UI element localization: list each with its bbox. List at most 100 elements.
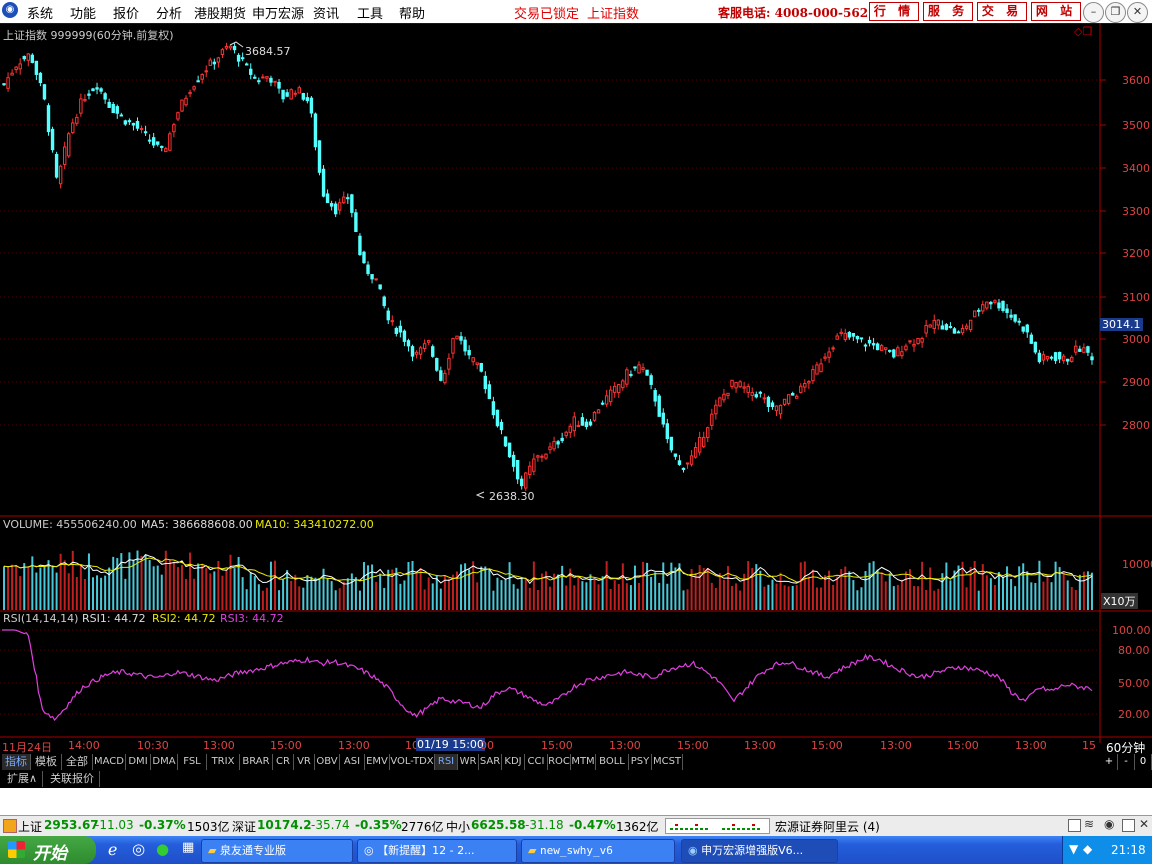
quote-button[interactable]: 行 情 (869, 2, 919, 21)
candle-body (240, 57, 245, 60)
indicator-tab-indicator[interactable]: 指标 (2, 754, 31, 770)
volume-bar (549, 586, 552, 610)
task-quanyoutong[interactable]: ▰ 泉友通专业版 (201, 839, 353, 863)
candle-body (115, 106, 119, 114)
expand-toggle[interactable]: 扩展∧ (2, 771, 43, 787)
menu-swhy[interactable]: 申万宏源 (252, 3, 304, 22)
candle-body (147, 139, 152, 142)
indicator-tab-cci[interactable]: CCI (525, 754, 548, 770)
candle-body (1078, 348, 1082, 352)
menu-help[interactable]: 帮助 (399, 3, 425, 22)
indicator-tab-mcst[interactable]: MCST (652, 754, 683, 770)
browser-icon[interactable]: ◎ (132, 840, 145, 858)
candle-body (1041, 354, 1046, 361)
indicator-tab-psy[interactable]: PSY (629, 754, 652, 770)
menu-function[interactable]: 功能 (70, 3, 96, 22)
volume-bar (985, 575, 988, 610)
restore-panel-icon[interactable] (1122, 819, 1135, 832)
volume-bar (597, 584, 600, 610)
candle-body (613, 385, 617, 393)
indicator-tab-cr[interactable]: CR (273, 754, 294, 770)
task-new-alert[interactable]: ◎ 【新提醒】12 - 2... (357, 839, 517, 863)
indicator-tab-roc[interactable]: ROC (548, 754, 571, 770)
high-label: 3684.57 (245, 45, 291, 58)
candle-body (515, 460, 520, 480)
zoom-reset-button[interactable]: 0 (1135, 754, 1152, 770)
menu-tools[interactable]: 工具 (357, 3, 383, 22)
signal-icon: ≋ (1084, 817, 1095, 831)
sz-index-name[interactable]: 深证 (232, 818, 256, 835)
related-quote-tab[interactable]: 关联报价 (45, 771, 100, 787)
indicator-tab-template[interactable]: 模板 (31, 754, 62, 770)
indicator-tab-sar[interactable]: SAR (479, 754, 502, 770)
menu-system[interactable]: 系统 (27, 3, 53, 22)
close-icon[interactable]: ✕ (1127, 2, 1148, 23)
indicator-tab-wr[interactable]: WR (458, 754, 479, 770)
restore-icon[interactable]: ❐ (1105, 2, 1126, 23)
rsi2-value: RSI2: 44.72 (152, 612, 216, 625)
indicator-tab-dma[interactable]: DMA (151, 754, 178, 770)
indicator-tab-all[interactable]: 全部 (62, 754, 93, 770)
candle-body (972, 310, 977, 318)
task-swhy-app[interactable]: ◉ 申万宏源增强版V6... (681, 839, 838, 863)
indicator-tab-emv[interactable]: EMV (365, 754, 390, 770)
indicator-tab-rsi[interactable]: RSI (435, 754, 458, 770)
zoom-out-button[interactable]: - (1118, 754, 1135, 770)
volume-bar (500, 580, 503, 610)
task-new-swhy[interactable]: ▰ new_swhy_v6 (521, 839, 675, 863)
trade-button[interactable]: 交 易 (977, 2, 1027, 21)
candle-body (99, 88, 103, 92)
indicator-tab-kdj[interactable]: KDJ (502, 754, 525, 770)
chart-canvas[interactable] (0, 23, 1152, 768)
panel-settings-icon[interactable]: ◇❐ (1074, 25, 1092, 38)
candle-body (439, 370, 443, 381)
candle-body (661, 412, 665, 425)
broker-server[interactable]: 宏源证券阿里云 (4) (775, 818, 880, 835)
minimize-icon[interactable]: – (1083, 2, 1104, 23)
tray-shield-icon[interactable]: ▼ (1069, 842, 1078, 856)
indicator-tab-dmi[interactable]: DMI (126, 754, 151, 770)
service-button[interactable]: 服 务 (923, 2, 973, 21)
sh-index-name[interactable]: 上证 (18, 818, 42, 835)
menu-quote[interactable]: 报价 (113, 3, 139, 22)
zoom-in-button[interactable]: + (1101, 754, 1118, 770)
tray-volume-icon[interactable]: ◆ (1083, 842, 1092, 856)
menu-hk-futures[interactable]: 港股期货 (194, 3, 246, 22)
candle-body (168, 133, 172, 151)
volume-bar (83, 579, 86, 610)
chart-area[interactable]: 上证指数 999999(60分钟.前复权) ◇❐ 3684.57 2638.30… (0, 23, 1152, 768)
indicator-tab-vol-tdx[interactable]: VOL-TDX (390, 754, 435, 770)
volume-bar (290, 580, 293, 610)
menu-news[interactable]: 资讯 (313, 3, 339, 22)
close-panel-icon[interactable]: ✕ (1139, 817, 1149, 831)
volume-bar (1026, 571, 1029, 610)
indicator-tab-vr[interactable]: VR (294, 754, 315, 770)
sme-index-name[interactable]: 中小 (446, 818, 470, 835)
volume-bar (1050, 582, 1053, 610)
panel-toggle-icon[interactable] (1068, 819, 1081, 832)
menu-analysis[interactable]: 分析 (156, 3, 182, 22)
ie-icon[interactable]: ℯ (108, 840, 117, 859)
indicator-tab-brar[interactable]: BRAR (240, 754, 273, 770)
indicator-tab-mtm[interactable]: MTM (571, 754, 596, 770)
alert-icon[interactable] (3, 819, 17, 833)
volume-bar (977, 590, 980, 610)
start-button[interactable]: 开始 (0, 836, 96, 864)
windows-logo-icon (8, 841, 25, 858)
indicator-tab-trix[interactable]: TRIX (207, 754, 240, 770)
candle-body (528, 465, 532, 476)
indicator-tab-boll[interactable]: BOLL (596, 754, 629, 770)
desktop-icon[interactable]: ▦ (182, 840, 194, 855)
indicator-tab-macd[interactable]: MACD (93, 754, 126, 770)
time-label: 15:00 (947, 739, 979, 752)
volume-bar (561, 565, 564, 610)
indicator-tab-asi[interactable]: ASI (340, 754, 365, 770)
volume-bar (350, 573, 353, 610)
volume-value: 455506240.00 (56, 518, 137, 531)
volume-bar (1010, 579, 1013, 610)
indicator-tab-fsl[interactable]: FSL (178, 754, 207, 770)
candle-body (249, 68, 253, 75)
indicator-tab-obv[interactable]: OBV (315, 754, 340, 770)
360-icon[interactable]: ● (156, 840, 169, 858)
website-button[interactable]: 网 站 (1031, 2, 1081, 21)
